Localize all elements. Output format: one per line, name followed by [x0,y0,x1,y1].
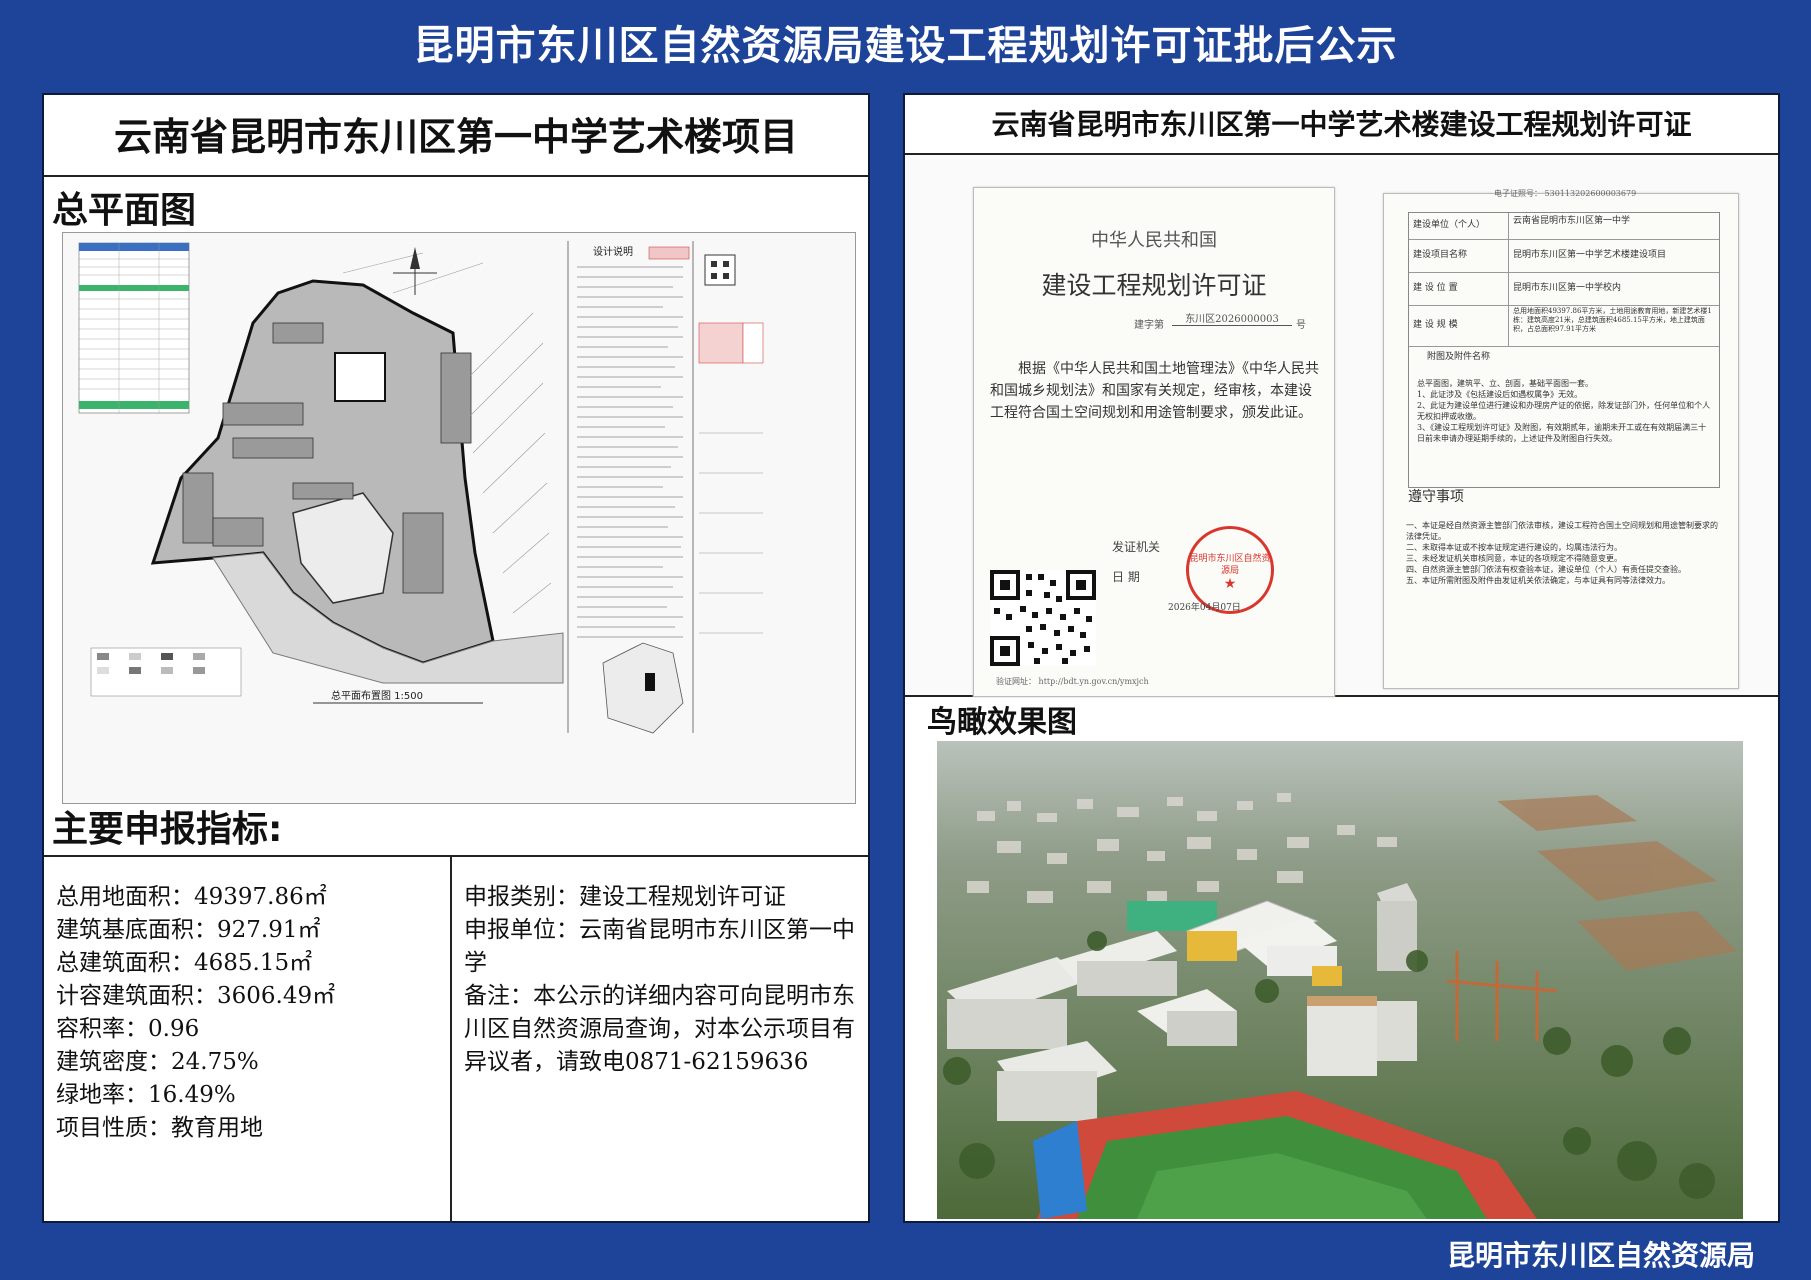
cert-row-value: 昆明市东川区第一中学艺术楼建设项目 [1513,250,1667,260]
metrics-label: 主要申报指标: [52,809,283,850]
aerial-view-image [937,741,1743,1219]
metric-building-density: 建筑密度：24.75% [56,1049,259,1075]
cert-row-label: 建 设 规 模 [1409,306,1509,346]
cert-issuer-label: 发证机关 [1112,540,1161,554]
attachments-title: 附图及附件名称 [1427,352,1491,362]
declare-type: 申报类别：建设工程规划许可证 [464,884,786,910]
footer-org-name: 昆明市东川区自然资源局 [1446,1239,1755,1272]
cert-serial: 电子证照号： 530113202600003679 [1494,189,1637,198]
indicator-table [78,242,190,414]
cert-title: 建设工程规划许可证 [1041,271,1267,300]
project-title: 云南省昆明市东川区第一中学艺术楼项目 [44,95,868,177]
cert-number-suffix: 号 [1296,320,1306,331]
qr-code-icon [990,570,1096,666]
metric-building-footprint: 建筑基底面积：927.91㎡ [56,917,321,943]
cert-number: 东川区2026000003 [1172,310,1292,326]
site-plan-label: 总平面图 [52,190,197,231]
page-title: 昆明市东川区自然资源局建设工程规划许可证批后公示 [413,23,1398,69]
certificate-front: 中华人民共和国 建设工程规划许可证 建字第 东川区2026000003 号 根据… [973,187,1335,697]
site-plan-svg: 总平面布置图 1:500 设计说明 [63,233,855,803]
cert-row-value: 昆明市东川区第一中学校内 [1513,283,1622,293]
cert-row-label: 建设项目名称 [1409,240,1509,272]
seal-star-icon: ★ [1223,576,1237,592]
metrics-table: 总用地面积：49397.86㎡ 建筑基底面积：927.91㎡ 总建筑面积：468… [44,855,868,1223]
metric-green-ratio: 绿地率：16.49% [56,1082,236,1108]
cert-row-scale: 建 设 规 模 总用地面积49397.86平方米，土地用途教育用地，新建艺术楼1… [1409,306,1719,347]
metric-plot-floor-area: 计容建筑面积：3606.49㎡ [56,983,336,1009]
declaration-info: 申报类别：建设工程规划许可证 申报单位：云南省昆明市东川区第一中学 备注：本公示… [452,857,868,1223]
certificate-back: 电子证照号： 530113202600003679 建设单位（个人） 云南省昆明… [1383,189,1739,689]
attachments-line: 总平面图，建筑平、立、剖面，基础平面图一套。 [1417,379,1593,388]
plan-legend [90,647,242,697]
permit-title: 云南省昆明市东川区第一中学艺术楼建设工程规划许可证 [905,95,1778,155]
metric-project-nature: 项目性质：教育用地 [56,1115,263,1141]
cert-verify-url: 验证网址： http://bdt.yn.gov.cn/ymxjch [996,677,1149,686]
cert-date: 2026年04月07日 [1168,603,1241,613]
aerial-view-label: 鸟瞰效果图 [927,705,1077,740]
cert-info-table: 建设单位（个人） 云南省昆明市东川区第一中学 建设项目名称 昆明市东川区第一中学… [1408,212,1720,488]
cert-row-location: 建 设 位 置 昆明市东川区第一中学校内 [1409,273,1719,306]
notice-title: 遵守事项 [1408,489,1464,505]
cert-row-value: 总用地面积49397.86平方米，土地用途教育用地，新建艺术楼1栋：建筑高度21… [1513,307,1712,333]
attachments-line: 2、此证为建设单位进行建设和办理房产证的依据，除发证部门外，任何单位和个人无权扣… [1417,401,1711,421]
metric-total-floor-area: 总建筑面积：4685.15㎡ [56,950,313,976]
cert-date-label: 日 期 [1112,570,1140,584]
aerial-view-svg [937,741,1743,1219]
remark: 备注：本公示的详细内容可向昆明市东川区自然资源局查询，对本公示项目有异议者，请致… [464,983,855,1075]
permit-panel: 云南省昆明市东川区第一中学艺术楼建设工程规划许可证 中华人民共和国 建设工程规划… [903,93,1780,1223]
cert-number-prefix: 建字第 [1134,320,1164,331]
metric-total-land-area: 总用地面积：49397.86㎡ [56,884,327,910]
metric-floor-area-ratio: 容积率：0.96 [56,1016,200,1042]
plan-caption: 总平面布置图 1:500 [331,689,423,702]
permit-certificate-photo: 中华人民共和国 建设工程规划许可证 建字第 东川区2026000003 号 根据… [905,155,1778,697]
attachments-line: 3、《建设工程规划许可证》及附图，有效期贰年，逾期未开工或在有效期届满三十日前未… [1417,423,1707,443]
cert-country: 中华人民共和国 [1091,230,1217,251]
project-panel: 云南省昆明市东川区第一中学艺术楼项目 总平面图 总平面布置图 1:500 设计说… [42,93,870,1223]
cert-row-value: 云南省昆明市东川区第一中学 [1513,216,1631,226]
metrics-list: 总用地面积：49397.86㎡ 建筑基底面积：927.91㎡ 总建筑面积：468… [44,857,452,1223]
notice-item: 三、未经发证机关审核同意，本证的各项规定不得随意变更。 [1406,554,1622,563]
attachments-line: 1、此证涉及《包括建设后如遇权属争》无效。 [1417,390,1583,399]
design-notes-title: 设计说明 [593,245,633,258]
notice-list: 一、本证是经自然资源主管部门依法审核，建设工程符合国土空间规划和用途管制要求的法… [1406,520,1724,586]
cert-row-label: 建 设 位 置 [1409,273,1509,305]
notice-item: 四、自然资源主管部门依法有权查验本证，建设单位（个人）有责任提交查验。 [1406,565,1686,574]
notice-item: 五、本证所需附图及附件由发证机关依法确定，与本证具有同等法律效力。 [1406,576,1670,585]
notice-item: 二、未取得本证或不按本证规定进行建设的，均属违法行为。 [1406,543,1622,552]
cert-row-label: 建设单位（个人） [1409,213,1509,239]
site-plan-drawing: 总平面布置图 1:500 设计说明 [62,232,856,804]
declare-unit: 申报单位：云南省昆明市东川区第一中学 [464,917,855,976]
cert-attachments: 附图及附件名称 总平面图，建筑平、立、剖面，基础平面图一套。 1、此证涉及《包括… [1409,347,1719,487]
cert-body: 根据《中华人民共和国土地管理法》《中华人民共和国城乡规划法》和国家有关规定，经审… [990,361,1319,421]
cert-row-project: 建设项目名称 昆明市东川区第一中学艺术楼建设项目 [1409,240,1719,273]
cert-seal-text: 昆明市东川区自然资源局 [1189,554,1271,576]
notice-item: 一、本证是经自然资源主管部门依法审核，建设工程符合国土空间规划和用途管制要求的法… [1406,521,1718,541]
cert-row-unit: 建设单位（个人） 云南省昆明市东川区第一中学 [1409,213,1719,240]
